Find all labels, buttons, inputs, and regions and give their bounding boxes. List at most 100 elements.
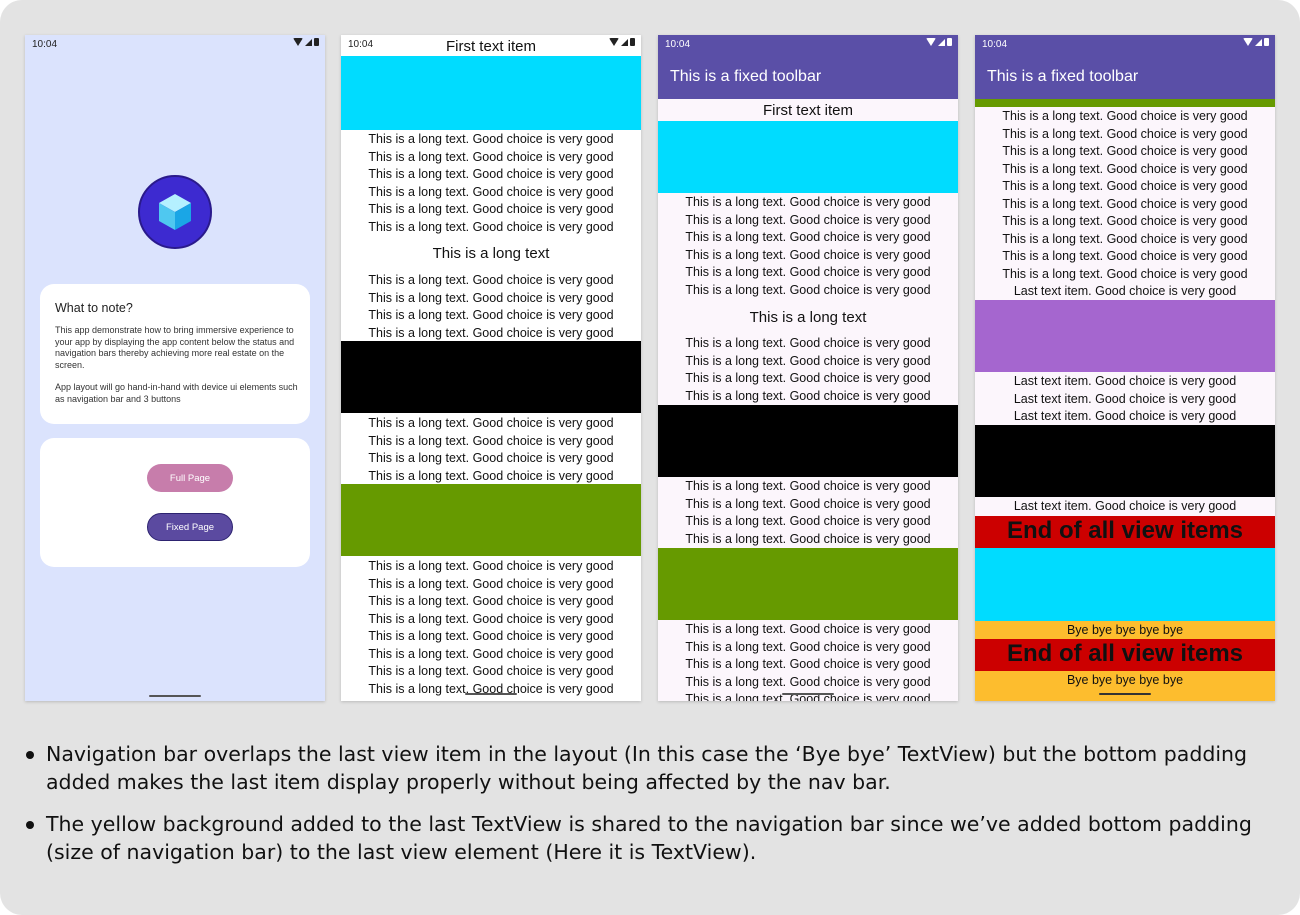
long-text-group: This is a long text. Good choice is very… [658,621,958,701]
long-text-line: This is a long text. Good choice is very… [685,247,931,262]
wifi-icon [1243,38,1253,46]
long-text-line: This is a long text. Good choice is very… [368,451,614,465]
fixed-page-button[interactable]: Fixed Page [147,513,233,541]
note-item: The yellow background added to the last … [26,810,1276,866]
long-text-group: This is a long text. Good choice is very… [975,108,1275,301]
long-text-group: This is a long text. Good choice is very… [341,131,641,236]
notes-list: Navigation bar overlaps the last view it… [26,740,1276,880]
long-text-line: This is a long text. Good choice is very… [368,132,614,146]
gesture-nav-handle[interactable] [149,695,201,697]
long-text-line: This is a long text. Good choice is very… [1002,214,1248,228]
cyan-block [341,56,641,130]
long-text-line: This is a long text. Good choice is very… [685,336,931,350]
app-logo-icon [138,175,212,249]
signal-icon [305,38,312,46]
long-text-group: This is a long text. Good choice is very… [658,335,958,405]
black-block [341,341,641,413]
status-bar: 10:04 [25,35,325,53]
long-text-line: This is a long text. Good choice is very… [368,559,614,573]
long-text-line: This is a long text. Good choice is very… [1002,231,1248,246]
toolbar-title: This is a fixed toolbar [987,68,1139,85]
battery-icon [947,38,952,46]
long-text-line: This is a long text. Good choice is very… [1002,249,1248,263]
long-text-line: This is a long text. Good choice is very… [368,325,614,340]
long-text-line: This is a long text. Good choice is very… [368,664,614,678]
long-text-line: This is a long text. Good choice is very… [368,468,614,483]
long-text-line: This is a long text. Good choice is very… [685,514,931,528]
gesture-nav-handle[interactable] [465,693,517,695]
long-text-line: This is a long text. Good choice is very… [368,433,614,448]
long-text-line: This is a long text. Good choice is very… [1002,144,1248,158]
long-text-line: This is a long text. Good choice is very… [685,212,931,227]
long-text-group: This is a long text. Good choice is very… [658,478,958,548]
toolbar-title: This is a fixed toolbar [670,68,822,85]
phone-fixed-page: 10:04 This is a fixed toolbar First text… [658,35,958,701]
status-time: 10:04 [32,39,58,50]
gesture-nav-handle[interactable] [782,693,834,695]
phone-fixed-page-bottom: 10:04 This is a fixed toolbar This is a … [975,35,1275,701]
first-text-item: First text item [762,102,853,119]
status-icons [293,38,319,46]
status-bar: 10:04 [658,35,958,53]
phone-full-page: 10:04 First text item This is a long tex… [341,35,641,701]
last-text-line: Last text item. Good choice is very good [1013,409,1237,423]
long-text-line: This is a long text. Good choice is very… [685,282,931,297]
note-paragraph: App layout will go hand-in-hand with dev… [55,382,298,404]
wifi-icon [293,38,303,46]
last-text-line: Last text item. Good choice is very good [1013,284,1237,298]
long-text-line: This is a long text. Good choice is very… [685,353,931,368]
long-text-line: This is a long text. Good choice is very… [1002,161,1248,176]
long-text-line: This is a long text. Good choice is very… [368,202,614,216]
long-text-line: This is a long text. Good choice is very… [368,611,614,626]
long-text-line: This is a long text. Good choice is very… [368,184,614,199]
what-to-note-card: What to note? This app demonstrate how t… [40,284,310,424]
long-text-group: This is a long text. Good choice is very… [341,272,641,342]
long-text-line: This is a long text. Good choice is very… [368,149,614,164]
long-text-group: This is a long text. Good choice is very… [341,558,641,698]
cyan-block [975,548,1275,621]
end-banner: End of all view items [975,639,1275,671]
last-text-line: Last text item. Good choice is very good [1013,499,1237,513]
long-text-heading: This is a long text [432,245,550,262]
wifi-icon [926,38,936,46]
long-text-line: This is a long text. Good choice is very… [368,594,614,608]
long-text-line: This is a long text. Good choice is very… [368,219,614,234]
long-text-line: This is a long text. Good choice is very… [685,265,931,279]
card-body: This app demonstrate how to bring immers… [55,325,300,416]
full-page-button[interactable]: Full Page [147,464,233,492]
long-text-line: This is a long text. Good choice is very… [368,646,614,661]
status-icons [926,38,952,46]
bullet-icon [26,821,34,829]
note-text: Navigation bar overlaps the last view it… [46,742,1248,794]
note-item: Navigation bar overlaps the last view it… [26,740,1276,796]
long-text-line: This is a long text. Good choice is very… [685,639,931,654]
status-time: 10:04 [665,39,691,50]
purple-block [975,300,1275,372]
long-text-line: This is a long text. Good choice is very… [368,308,614,322]
status-icons [1243,38,1269,46]
long-text-line: This is a long text. Good choice is very… [685,371,931,385]
long-text-line: This is a long text. Good choice is very… [685,496,931,511]
long-text-line: This is a long text. Good choice is very… [368,167,614,181]
signal-icon [938,38,945,46]
last-text-line: Last text item. Good choice is very good [1013,374,1237,388]
first-text-item: First text item [445,38,536,55]
long-text-line: This is a long text. Good choice is very… [368,576,614,591]
long-text-line: This is a long text. Good choice is very… [685,388,931,403]
long-text-line: This is a long text. Good choice is very… [685,195,931,209]
bye-text: Bye bye bye bye bye [1066,623,1184,637]
long-text-line: This is a long text. Good choice is very… [685,479,931,493]
gesture-nav-handle[interactable] [1099,693,1151,695]
status-time: 10:04 [982,39,1008,50]
long-text-group: This is a long text. Good choice is very… [341,415,641,485]
long-text-line: This is a long text. Good choice is very… [368,273,614,287]
status-bar: 10:04 [975,35,1275,53]
long-text-line: This is a long text. Good choice is very… [1002,126,1248,141]
cyan-block [658,121,958,193]
fixed-toolbar: 10:04 This is a fixed toolbar [658,35,958,99]
long-text-line: This is a long text. Good choice is very… [685,230,931,244]
long-text-line: This is a long text. Good choice is very… [1002,109,1248,123]
phone-home-screen: 10:04 What to note? This app demonstrate… [25,35,325,701]
black-block [975,425,1275,497]
long-text-line: This is a long text. Good choice is very… [368,629,614,643]
